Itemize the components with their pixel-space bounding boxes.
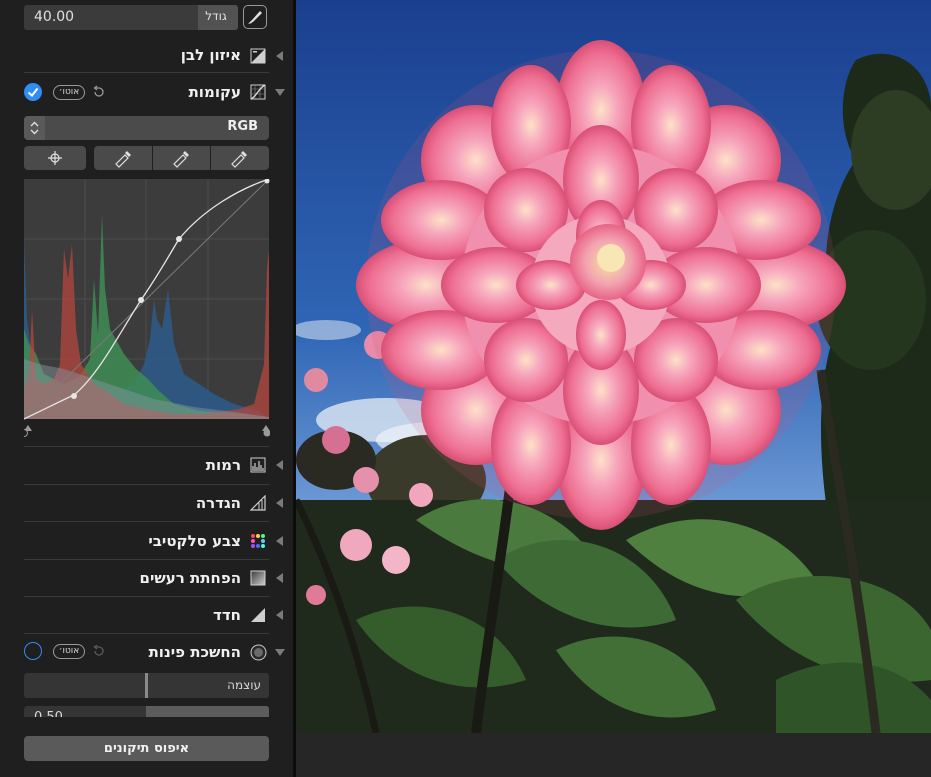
selective-color-icon (250, 533, 266, 549)
section-sharpen-title[interactable]: חדד (213, 606, 241, 624)
curve-point[interactable] (176, 236, 182, 242)
white-point-handle[interactable] (262, 425, 270, 437)
reset-adjustments-button[interactable]: איפוס תיקונים (24, 736, 269, 761)
vignette-auto-button[interactable]: אוטו׳ (53, 644, 85, 659)
undo-icon[interactable] (91, 643, 105, 662)
disclosure-vignette[interactable] (275, 649, 285, 656)
disclosure-curves[interactable] (275, 89, 285, 96)
photo-image (296, 0, 931, 733)
section-noise-reduction-title[interactable]: הפחתת רעשים (140, 569, 241, 587)
eyedropper-white-button[interactable] (211, 146, 269, 170)
add-point-button[interactable] (24, 146, 86, 170)
curves-graph[interactable] (24, 179, 270, 441)
reset-adjustments-label: איפוס תיקונים (103, 741, 190, 756)
channel-select-value: RGB (227, 119, 258, 134)
curve-point[interactable] (138, 297, 144, 303)
sharpen-icon (250, 607, 266, 623)
crosshair-icon (48, 151, 62, 165)
noise-reduction-icon (250, 570, 266, 586)
divider (24, 596, 269, 597)
divider (24, 72, 269, 73)
channel-select-stepper[interactable] (24, 116, 45, 140)
levels-icon (250, 457, 266, 473)
undo-icon[interactable] (91, 84, 105, 103)
vignette-icon (250, 644, 267, 661)
photo-viewer[interactable] (296, 0, 931, 777)
divider (24, 559, 269, 560)
definition-icon (249, 494, 266, 511)
curve-point[interactable] (71, 393, 77, 399)
section-definition-title[interactable]: הגדרה (196, 494, 241, 512)
section-levels-title[interactable]: רמות (206, 456, 241, 474)
curves-enabled-checkbox[interactable] (24, 83, 42, 101)
size-value[interactable]: 40.00 (34, 9, 74, 25)
vignette-intensity-label: עוצמה (227, 678, 261, 692)
divider (24, 484, 269, 485)
section-white-balance-title[interactable]: איזון לבן (181, 46, 241, 64)
adjust-sidebar: 40.00 גודל איזון לבן אוטו׳ עקומות RGB רמ… (0, 0, 293, 777)
section-curves-title[interactable]: עקומות (189, 83, 241, 101)
eyedropper-black-button[interactable] (94, 146, 152, 170)
curves-auto-button[interactable]: אוטו׳ (53, 85, 85, 100)
divider (24, 446, 269, 447)
eyedropper-white-icon (231, 151, 247, 168)
eyedropper-gray-button[interactable] (153, 146, 210, 170)
disclosure-white-balance[interactable] (276, 51, 283, 61)
disclosure-noise-reduction[interactable] (276, 573, 283, 583)
white-balance-icon (250, 48, 266, 64)
curves-icon (250, 84, 266, 100)
size-label: גודל (205, 9, 227, 23)
section-vignette-title[interactable]: החשכת פינות (149, 643, 241, 661)
divider (24, 633, 269, 634)
brush-icon[interactable] (243, 5, 267, 29)
disclosure-sharpen[interactable] (276, 610, 283, 620)
vignette-enabled-checkbox[interactable] (24, 642, 42, 660)
divider (24, 521, 269, 522)
eyedropper-gray-icon (173, 151, 189, 168)
disclosure-definition[interactable] (276, 498, 283, 508)
eyedropper-black-icon (115, 151, 131, 168)
disclosure-levels[interactable] (276, 460, 283, 470)
viewer-bottom-bar (296, 733, 931, 777)
section-selective-color-title[interactable]: צבע סלקטיבי (148, 532, 241, 550)
disclosure-selective-color[interactable] (276, 536, 283, 546)
slider-knob[interactable] (145, 673, 148, 698)
black-point-handle[interactable] (24, 425, 32, 437)
